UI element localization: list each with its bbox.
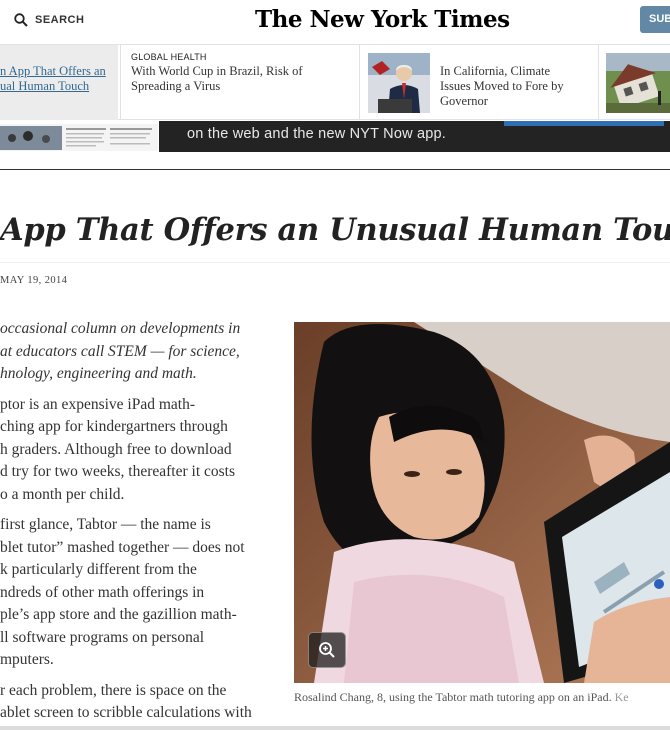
body-line: first glance, Tabtor — the name is [0,516,211,533]
strip-story-current[interactable]: n App That Offers an ual Human Touch [0,45,118,120]
body-line: blet tutor” mashed together — does not [0,538,245,556]
strip-headline-line[interactable]: In California, Climate [440,64,564,79]
bottom-edge [0,726,670,730]
body-line: ll software programs on personal [0,628,205,646]
headline-divider [0,262,670,263]
article-body: occasional column on developments in at … [0,318,275,725]
ad-dark-panel: on the web and the new NYT Now app. [159,121,670,152]
caption-text: Rosalind Chang, 8, using the Tabtor math… [294,690,612,704]
strip-headline-line[interactable]: With World Cup in Brazil, Risk of [131,64,303,79]
article-paragraph: r each problem, there is space on the ab… [0,680,275,725]
ad-text[interactable]: on the web and the new NYT Now app. [187,126,446,142]
house-photo [606,53,670,113]
body-line: h graders. Although free to download [0,440,232,458]
article-dateline: MAY 19, 2014 [0,275,68,286]
article-photo[interactable] [294,322,670,683]
body-line: ndreds of other math offerings in [0,583,205,601]
strip-divider [120,45,121,120]
subscribe-button[interactable]: SUB [640,6,670,33]
article-paragraph: first glance, Tabtor — the name is blet … [0,514,275,672]
ad-accent-bar [504,121,664,126]
body-line: at educators call STEM — for science, [0,342,240,360]
strip-thumbnail-house[interactable] [606,53,670,113]
zoom-in-button[interactable] [308,632,346,668]
article-paragraph: occasional column on developments in at … [0,318,275,386]
strip-headline-line[interactable]: Governor [440,94,564,109]
photo-caption: Rosalind Chang, 8, using the Tabtor math… [294,690,629,705]
strip-headline-line[interactable]: ual Human Touch [0,79,106,94]
body-line: occasional column on developments in [0,320,241,337]
body-line: ple’s app store and the gazillion math- [0,606,237,623]
search-button[interactable]: SEARCH [14,13,84,27]
masthead-logo[interactable]: The New York Times [255,6,510,33]
strip-divider [598,45,599,120]
body-line: ablet screen to scribble calculations wi… [0,704,252,721]
section-rule [0,169,670,170]
search-label: SEARCH [35,14,85,26]
girl-with-ipad-photo [294,322,670,683]
strip-headline-line[interactable]: Spreading a Virus [131,79,303,94]
top-bar: SEARCH The New York Times SUB [0,0,670,44]
strip-headline-line[interactable]: Issues Moved to Fore by [440,79,564,94]
photo-credit: Ke [614,690,629,704]
strip-headline-line[interactable]: n App That Offers an [0,64,106,79]
body-line: k particularly different from the [0,561,197,578]
body-line: o a month per child. [0,485,125,503]
strip-divider [359,45,360,120]
body-line: ching app for kindergartners through [0,418,228,435]
body-line: mputers. [0,651,54,668]
body-line: r each problem, there is space on the [0,681,227,699]
zoom-in-icon [319,642,335,658]
body-line: d try for two weeks, thereafter it costs [0,463,236,480]
strip-story-california[interactable]: In California, Climate Issues Moved to F… [440,45,600,120]
ad-banner[interactable]: on the web and the new NYT Now app. [0,121,670,152]
article-paragraph: ptor is an expensive iPad math- ching ap… [0,394,275,507]
article-headline: App That Offers an Unusual Human Tou [0,212,670,248]
story-strip: n App That Offers an ual Human Touch GLO… [0,44,670,120]
search-icon [14,13,28,27]
strip-story-world-cup[interactable]: GLOBAL HEALTH With World Cup in Brazil, … [131,45,356,120]
strip-kicker: GLOBAL HEALTH [131,52,207,62]
strip-thumbnail-governor[interactable] [368,53,430,113]
ad-thumbnails [0,124,158,151]
governor-photo [368,53,430,113]
body-line: hnology, engineering and math. [0,365,197,382]
body-line: ptor is an expensive iPad math- [0,395,195,413]
